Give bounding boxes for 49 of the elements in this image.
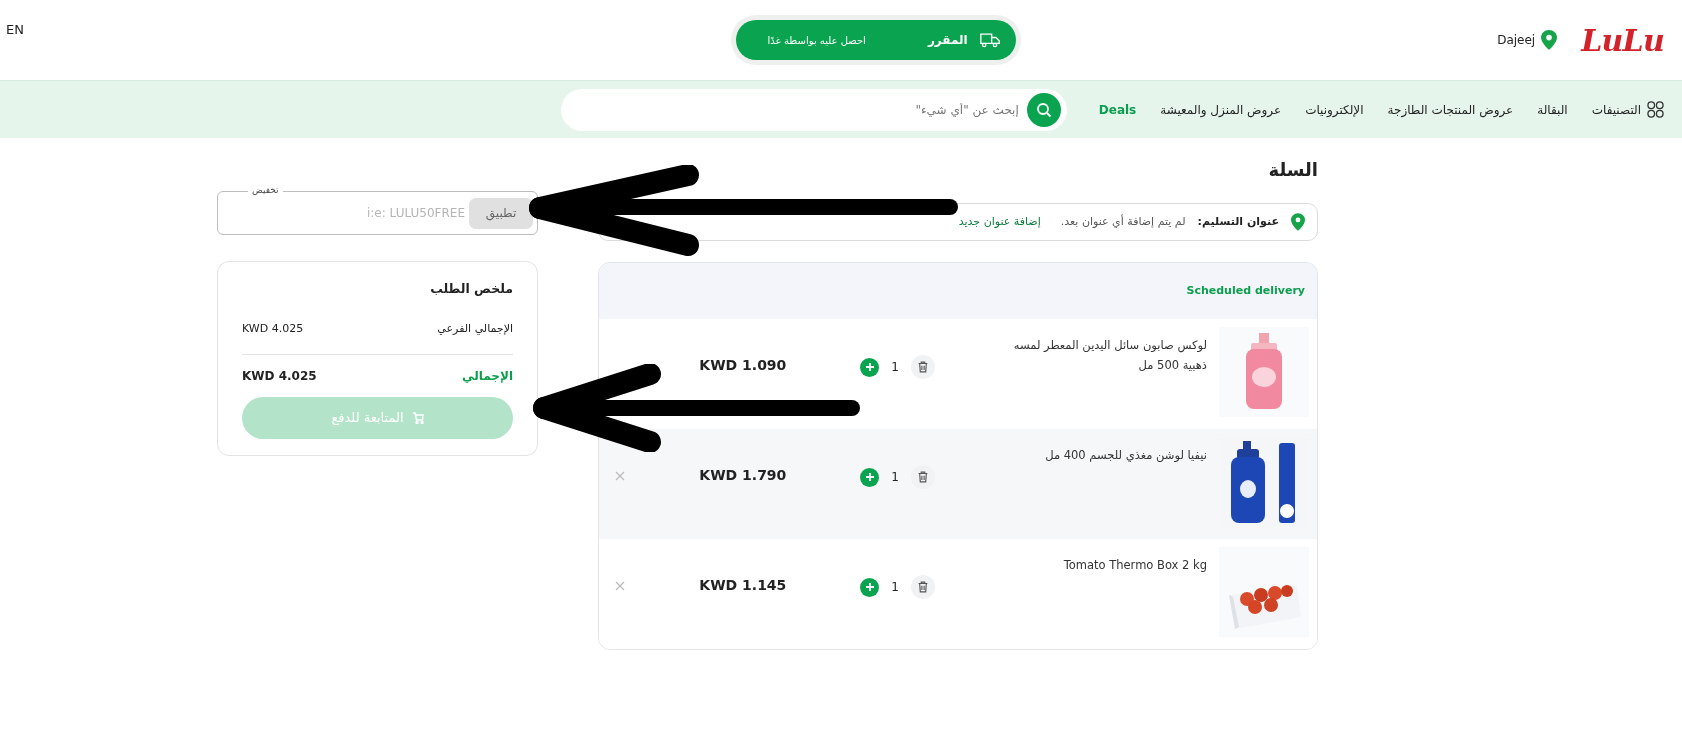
categories-link[interactable]: التصنيفات <box>1591 100 1641 119</box>
truck-icon <box>979 32 1000 48</box>
quantity-value: 1 <box>891 469 899 486</box>
trash-icon[interactable] <box>911 465 935 489</box>
location-label[interactable]: Dajeej <box>1497 31 1536 49</box>
coupon-input[interactable]: i:e: LULU50FREE <box>222 204 465 222</box>
nav-link[interactable]: البقالة <box>1537 100 1568 119</box>
cart-icon <box>411 411 424 424</box>
product-name[interactable]: لوكس صابون سائل اليدين المعطر لمسه ذهبية 500 مل <box>1007 335 1207 375</box>
trash-icon[interactable] <box>911 355 935 379</box>
nav-link[interactable]: عروض المنتجات الطازجة <box>1387 100 1514 119</box>
trash-icon[interactable] <box>911 575 935 599</box>
nav-link[interactable]: عروض المنزل والمعيشة <box>1160 100 1282 119</box>
address-message: لم يتم إضافة أي عنوان بعد. <box>1060 213 1186 230</box>
subtotal-value: KWD 4.025 <box>242 321 304 337</box>
item-price: KWD 1.790 <box>699 466 787 485</box>
delivery-title: المقرر <box>927 32 968 49</box>
location-pin-icon <box>1291 213 1305 231</box>
address-label: عنوان التسليم: <box>1197 213 1279 230</box>
add-address-link[interactable]: إضافة عنوان جديد <box>958 213 1041 231</box>
item-price: KWD 1.145 <box>699 576 787 595</box>
delivery-subtitle: احصل عليه بواسطة غدًا <box>767 33 866 48</box>
plus-icon <box>864 472 875 482</box>
language-label[interactable]: EN <box>6 20 24 40</box>
add-button[interactable] <box>860 467 880 487</box>
section-title: Scheduled delivery <box>1186 282 1305 299</box>
close-icon[interactable] <box>615 581 625 591</box>
subtotal-label: الإجمالي الفرعي <box>437 321 513 337</box>
summary-title: ملخص الطلب <box>429 280 513 298</box>
search-icon <box>1035 101 1052 118</box>
apply-button[interactable]: تطبيق <box>469 197 533 229</box>
total-value: KWD 4.025 <box>242 367 317 385</box>
quantity-value: 1 <box>891 359 899 376</box>
quantity-value: 1 <box>891 579 899 596</box>
close-icon[interactable] <box>615 471 625 481</box>
total-label: الإجمالي <box>462 367 513 385</box>
location-pin-icon <box>1541 30 1558 50</box>
item-price: KWD 1.090 <box>699 356 787 375</box>
product-name[interactable]: نيفيا لوشن مغذي للجسم 400 مل <box>1007 445 1207 465</box>
search-button[interactable] <box>1026 92 1061 127</box>
grid-icon[interactable] <box>1647 101 1664 118</box>
add-button[interactable] <box>860 577 880 597</box>
product-name[interactable]: Tomato Thermo Box 2 kg <box>1007 555 1207 575</box>
nav-link[interactable]: الإلكترونيات <box>1305 100 1364 119</box>
plus-icon <box>864 362 875 372</box>
store-logo[interactable]: LuLu <box>1581 17 1664 63</box>
plus-icon <box>864 582 875 592</box>
add-button[interactable] <box>860 357 880 377</box>
cart-title: السلة <box>1267 158 1318 182</box>
